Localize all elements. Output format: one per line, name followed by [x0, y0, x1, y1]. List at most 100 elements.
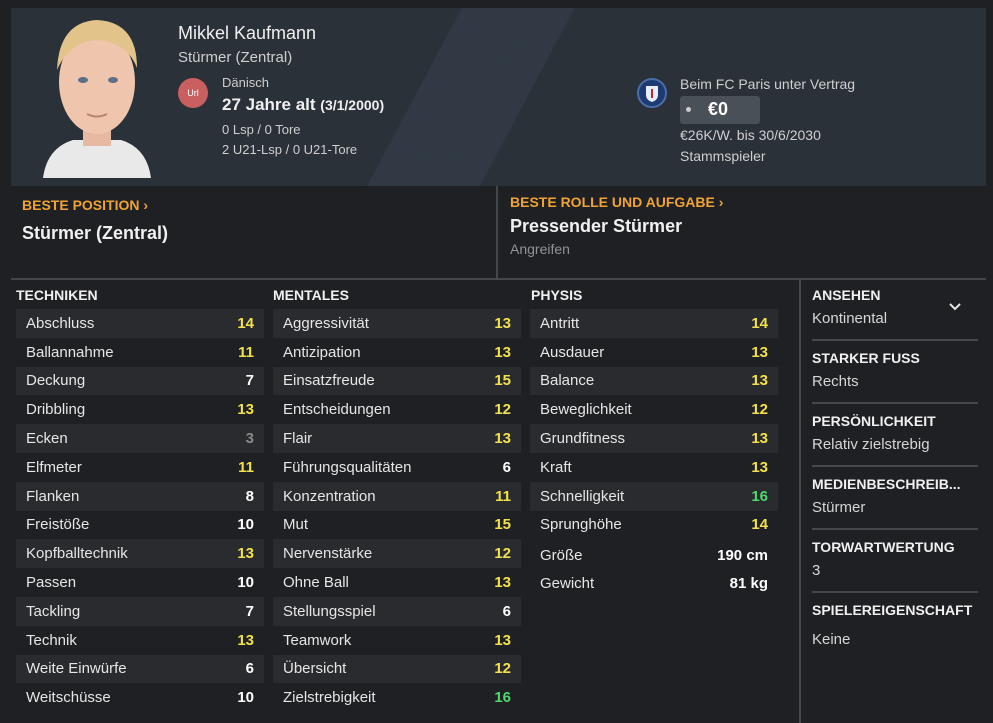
divider — [812, 465, 978, 467]
attribute-row[interactable]: Flanken 8 — [16, 481, 264, 511]
attribute-value: 6 — [245, 660, 254, 678]
tag-hole-icon — [686, 107, 691, 112]
attribute-row[interactable]: Ballannahme 11 — [16, 338, 264, 367]
attribute-name: Teamwork — [283, 631, 352, 649]
attribute-row[interactable]: Weitschüsse 10 — [16, 683, 264, 712]
attribute-row[interactable]: Übersicht 12 — [273, 654, 521, 684]
attribute-value: 7 — [245, 602, 254, 620]
attribute-row[interactable]: Antritt 14 — [530, 309, 778, 338]
attribute-name: Übersicht — [283, 660, 347, 678]
attribute-row[interactable]: Entscheidungen 12 — [273, 395, 521, 424]
weight-label: Gewicht — [540, 575, 595, 592]
attribute-name: Balance — [540, 372, 595, 390]
attribute-row[interactable]: Grundfitness 13 — [530, 424, 778, 453]
attribute-row[interactable]: Weite Einwürfe 6 — [16, 654, 264, 684]
attribute-name: Ausdauer — [540, 343, 605, 361]
attribute-row[interactable]: Technik 13 — [16, 626, 264, 655]
attribute-name: Ohne Ball — [283, 574, 349, 592]
contract-wage: €26K/W. bis 30/6/2030 — [680, 127, 821, 143]
attribute-value: 14 — [751, 516, 768, 534]
attribute-row[interactable]: Kopfballtechnik 13 — [16, 539, 264, 569]
attribute-row[interactable]: Antizipation 13 — [273, 338, 521, 367]
sidebar-divider — [799, 280, 801, 723]
physical-header: PHYSIS — [531, 287, 583, 303]
best-position-label: BESTE POSITION — [22, 197, 140, 213]
traits-value: Keine — [812, 631, 851, 648]
chevron-down-icon[interactable] — [948, 300, 962, 314]
attribute-value: 13 — [237, 545, 254, 563]
player-header: Mikkel Kaufmann Stürmer (Zentral) Url Dä… — [11, 8, 986, 186]
attribute-row[interactable]: Beweglichkeit 12 — [530, 395, 778, 424]
attribute-value: 6 — [502, 602, 511, 620]
attribute-value: 15 — [494, 372, 511, 390]
attribute-value: 7 — [245, 372, 254, 390]
attribute-value: 13 — [237, 401, 254, 419]
attribute-row[interactable]: Stellungsspiel 6 — [273, 596, 521, 626]
attribute-name: Zielstrebigkeit — [283, 689, 376, 707]
attribute-row[interactable]: Aggressivität 13 — [273, 309, 521, 338]
transfer-value-badge[interactable]: €0 — [680, 96, 760, 124]
attribute-name: Weitschüsse — [26, 689, 111, 707]
attribute-row[interactable]: Abschluss 14 — [16, 309, 264, 338]
attribute-row[interactable]: Dribbling 13 — [16, 395, 264, 424]
best-position-value: Stürmer (Zentral) — [22, 223, 169, 243]
nationality: Dänisch — [222, 75, 269, 90]
attribute-name: Antritt — [540, 314, 580, 332]
nation-flag-icon[interactable]: Url — [178, 78, 208, 108]
attribute-value: 16 — [494, 689, 511, 707]
attribute-name: Freistöße — [26, 516, 90, 534]
u21-caps: 2 U21-Lsp / 0 U21-Tore — [222, 142, 358, 157]
attribute-name: Konzentration — [283, 487, 376, 505]
attribute-row[interactable]: Einsatzfreude 15 — [273, 366, 521, 396]
club-badge-icon[interactable] — [637, 78, 667, 108]
attribute-name: Dribbling — [26, 401, 86, 419]
attribute-row[interactable]: Führungsqualitäten 6 — [273, 453, 521, 482]
attribute-name: Antizipation — [283, 343, 361, 361]
attribute-value: 15 — [494, 516, 511, 534]
attribute-row[interactable]: Schnelligkeit 16 — [530, 481, 778, 511]
attribute-row[interactable]: Ohne Ball 13 — [273, 568, 521, 597]
attribute-row[interactable]: Balance 13 — [530, 366, 778, 396]
attribute-value: 12 — [494, 660, 511, 678]
attribute-row[interactable]: Deckung 7 — [16, 366, 264, 396]
weight-value: 81 kg — [729, 575, 768, 592]
attribute-name: Passen — [26, 574, 77, 592]
attribute-value: 6 — [502, 458, 511, 476]
attribute-row[interactable]: Ausdauer 13 — [530, 338, 778, 367]
best-position-link[interactable]: BESTE POSITION › — [22, 197, 148, 213]
attribute-row[interactable]: Nervenstärke 12 — [273, 539, 521, 569]
weight-row: Gewicht 81 kg — [530, 575, 778, 592]
attribute-row[interactable]: Sprunghöhe 14 — [530, 511, 778, 540]
attribute-row[interactable]: Mut 15 — [273, 511, 521, 540]
attribute-row[interactable]: Passen 10 — [16, 568, 264, 597]
attribute-row[interactable]: Zielstrebigkeit 16 — [273, 683, 521, 712]
attribute-name: Beweglichkeit — [540, 401, 632, 419]
personality-label: PERSÖNLICHKEIT — [812, 413, 936, 429]
technical-attributes: Abschluss 14 Ballannahme 11 Deckung 7 Dribblin… — [16, 309, 264, 712]
attribute-value: 13 — [494, 343, 511, 361]
attribute-name: Sprunghöhe — [540, 516, 622, 534]
attribute-row[interactable]: Tackling 7 — [16, 596, 264, 626]
attribute-name: Schnelligkeit — [540, 487, 625, 505]
best-role-link[interactable]: BESTE ROLLE UND AUFGABE › — [510, 194, 723, 210]
attribute-row[interactable]: Ecken 3 — [16, 424, 264, 453]
position-role-panel: BESTE POSITION › Stürmer (Zentral) BESTE… — [11, 186, 986, 280]
attribute-row[interactable]: Kraft 13 — [530, 453, 778, 482]
player-position: Stürmer (Zentral) — [178, 49, 293, 66]
attribute-name: Deckung — [26, 372, 86, 390]
attribute-value: 10 — [237, 689, 254, 707]
attribute-row[interactable]: Teamwork 13 — [273, 626, 521, 655]
attribute-name: Grundfitness — [540, 430, 626, 448]
attribute-name: Entscheidungen — [283, 401, 391, 419]
attribute-name: Ecken — [26, 430, 68, 448]
squad-status: Stammspieler — [680, 148, 766, 164]
contract-club[interactable]: Beim FC Paris unter Vertrag — [680, 76, 855, 92]
attribute-row[interactable]: Konzentration 11 — [273, 481, 521, 511]
attribute-row[interactable]: Freistöße 10 — [16, 511, 264, 540]
attribute-name: Mut — [283, 516, 309, 534]
attribute-name: Elfmeter — [26, 458, 82, 476]
attribute-row[interactable]: Flair 13 — [273, 424, 521, 453]
attribute-value: 13 — [494, 430, 511, 448]
physical-attributes: Antritt 14 Ausdauer 13 Balance 13 Beweglichkei… — [530, 309, 778, 539]
attribute-row[interactable]: Elfmeter 11 — [16, 453, 264, 482]
